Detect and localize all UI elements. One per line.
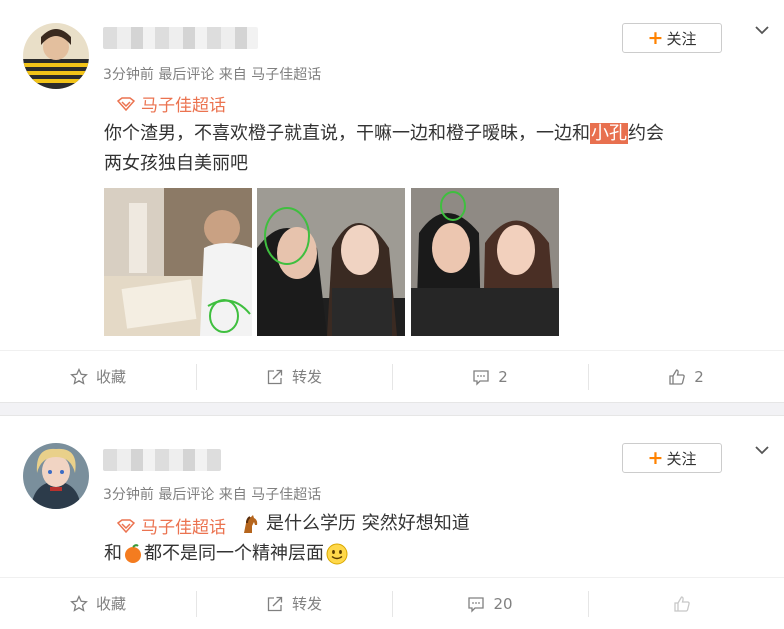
post-image[interactable] — [257, 188, 405, 336]
topic-label: 马子佳超话 — [141, 518, 226, 538]
collect-button[interactable]: 收藏 — [0, 351, 196, 402]
plus-icon: + — [647, 26, 664, 49]
like-count: 2 — [694, 367, 704, 386]
repost-icon — [267, 596, 283, 611]
text-segment: 都不是同一个精神层面 — [144, 543, 324, 564]
comment-icon — [468, 596, 485, 613]
action-bar: 收藏 转发 2 2 — [0, 350, 784, 402]
topic-icon — [117, 518, 135, 533]
follow-button[interactable]: + 关注 — [622, 23, 722, 53]
horse-emoji-icon — [244, 515, 258, 533]
follow-label: 关注 — [666, 449, 697, 468]
topic-label: 马子佳超话 — [141, 96, 226, 116]
repost-label: 转发 — [291, 368, 322, 386]
follow-label: 关注 — [666, 29, 697, 48]
text-segment: 是什么学历 突然好想知道 — [266, 513, 470, 534]
comment-icon — [473, 369, 489, 386]
username-blurred[interactable] — [103, 449, 221, 471]
star-icon — [70, 594, 88, 612]
repost-label: 转发 — [291, 595, 322, 613]
comment-count: 2 — [498, 367, 508, 386]
post-text-line: 是什么学历 突然好想知道 — [240, 509, 470, 539]
post-separator — [0, 402, 784, 416]
text-segment: 你个渣男，不喜欢橙子就直说，干嘛一边和橙子暧昧，一边和 — [104, 123, 590, 144]
post-card: 3分钟前 最后评论 来自 马子佳超话 + 关注 马子佳超话 你个渣男，不喜欢橙子… — [0, 0, 784, 402]
post-text-line: 和 都不是同一个精神层面 — [104, 539, 348, 569]
post-text: 你个渣男，不喜欢橙子就直说，干嘛一边和橙子暧昧，一边和小孔约会 两女孩独自美丽吧 — [104, 119, 664, 179]
thumbs-up-icon — [669, 368, 685, 385]
comment-count: 20 — [493, 594, 513, 613]
text-segment: 约会 — [628, 123, 664, 144]
repost-button[interactable]: 转发 — [196, 578, 392, 629]
chevron-down-icon[interactable] — [754, 442, 770, 458]
star-icon — [70, 367, 88, 385]
orange-emoji-icon — [125, 544, 141, 563]
topic-link[interactable]: 马子佳超话 — [117, 513, 226, 538]
follow-button[interactable]: + 关注 — [622, 443, 722, 473]
collect-label: 收藏 — [95, 368, 126, 386]
username-blurred[interactable] — [103, 27, 258, 49]
collect-label: 收藏 — [95, 595, 126, 613]
post-meta: 3分钟前 最后评论 来自 马子佳超话 — [103, 487, 322, 503]
post-image[interactable] — [411, 188, 559, 336]
highlighted-text: 小孔 — [590, 123, 628, 144]
smile-emoji-icon — [326, 543, 348, 565]
text-line: 两女孩独自美丽吧 — [104, 153, 248, 174]
avatar[interactable] — [23, 443, 89, 509]
plus-icon: + — [647, 446, 664, 469]
like-button[interactable]: 2 — [588, 351, 784, 402]
chevron-down-icon[interactable] — [754, 22, 770, 38]
post-image[interactable] — [104, 188, 252, 336]
post-card: 3分钟前 最后评论 来自 马子佳超话 + 关注 马子佳超话 是什么学历 突然好想… — [0, 416, 784, 629]
comment-button[interactable]: 2 — [392, 351, 588, 402]
post-meta: 3分钟前 最后评论 来自 马子佳超话 — [103, 67, 322, 83]
like-button[interactable] — [588, 578, 784, 629]
topic-link[interactable]: 马子佳超话 — [117, 91, 226, 116]
thumbs-up-icon — [674, 595, 690, 612]
avatar[interactable] — [23, 23, 89, 89]
action-bar: 收藏 转发 20 — [0, 577, 784, 629]
repost-icon — [267, 369, 283, 384]
comment-button[interactable]: 20 — [392, 578, 588, 629]
repost-button[interactable]: 转发 — [196, 351, 392, 402]
collect-button[interactable]: 收藏 — [0, 578, 196, 629]
topic-icon — [117, 96, 135, 111]
text-segment: 和 — [104, 543, 122, 564]
